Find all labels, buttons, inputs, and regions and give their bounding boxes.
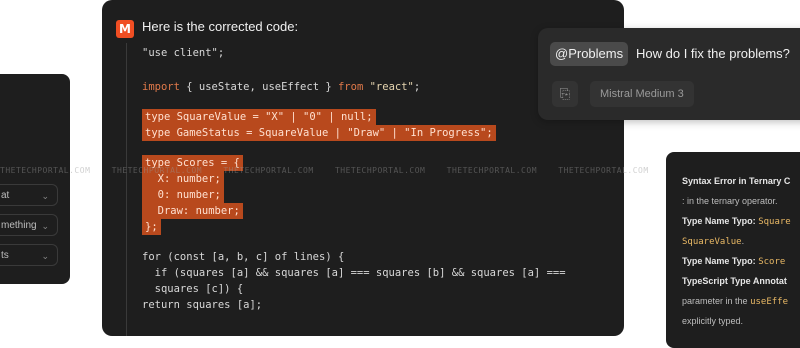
response-intro: Here is the corrected code:: [142, 19, 299, 34]
chat-input-card[interactable]: @Problems How do I fix the problems? ⎘ M…: [538, 28, 800, 120]
error-title: TypeScript Type Annotat: [682, 276, 787, 286]
mistral-logo-icon: M: [116, 20, 134, 38]
error-text: Type Name Typo: Score: [682, 256, 786, 267]
paperclip-icon[interactable]: ⎘: [552, 81, 578, 107]
chevron-down-icon: ⌄: [41, 251, 49, 261]
code-line-highlighted: };: [142, 219, 161, 235]
code-line-highlighted: type Scores = {: [142, 155, 243, 171]
code-line: if (squares [a] && squares [a] === squar…: [142, 267, 566, 279]
mention-chip[interactable]: @Problems: [550, 42, 629, 66]
code-line: return squares [a];: [142, 299, 263, 311]
left-dropdown-2[interactable]: mething ⌄: [0, 214, 58, 236]
left-dropdown-3[interactable]: ts ⌄: [0, 244, 58, 266]
model-selector[interactable]: Mistral Medium 3: [590, 81, 694, 107]
error-text: : in the ternary operator.: [682, 196, 778, 206]
code-line-highlighted: 0: number;: [142, 187, 224, 203]
left-dropdown-label: mething: [1, 220, 37, 231]
code-line-highlighted: type SquareValue = "X" | "0" | null;: [142, 109, 376, 125]
code-line: for (const [a, b, c] of lines) {: [142, 251, 345, 263]
code-line-highlighted: X: number;: [142, 171, 224, 187]
chevron-down-icon: ⌄: [41, 191, 49, 201]
chat-question-text[interactable]: How do I fix the problems?: [636, 46, 790, 61]
error-text: explicitly typed.: [682, 316, 744, 326]
error-title: Syntax Error in Ternary C: [682, 176, 791, 186]
code-block-rule: [126, 43, 128, 336]
code-line: import { useState, useEffect } from "rea…: [142, 81, 421, 93]
left-dropdown-label: at: [1, 190, 10, 201]
left-settings-panel: at ⌄ mething ⌄ ts ⌄: [0, 74, 70, 284]
code-line-highlighted: type GameStatus = SquareValue | "Draw" |…: [142, 125, 496, 141]
error-text: SquareValue.: [682, 236, 745, 247]
code-line: squares [c]) {: [142, 283, 244, 295]
problems-explanation-panel: Syntax Error in Ternary C : in the terna…: [666, 152, 800, 348]
left-dropdown-1[interactable]: at ⌄: [0, 184, 58, 206]
error-text: Type Name Typo: Square: [682, 216, 791, 227]
left-dropdown-label: ts: [1, 250, 9, 261]
code-line-highlighted: Draw: number;: [142, 203, 243, 219]
error-text: parameter in the useEffe: [682, 296, 788, 307]
chevron-down-icon: ⌄: [41, 221, 49, 231]
code-line: "use client";: [142, 47, 225, 59]
